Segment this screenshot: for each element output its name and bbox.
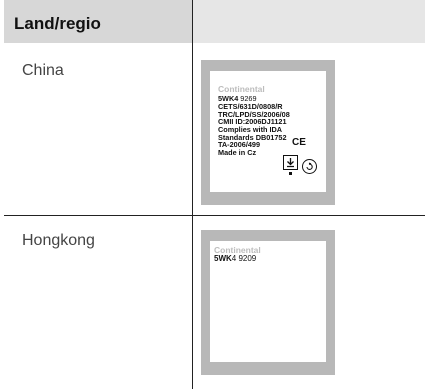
label-sticker: Continental 5WK4 9269 CETS/631D/0808/R T… bbox=[210, 71, 326, 192]
table-header-row: Land/regio bbox=[4, 0, 425, 43]
product-label-image: Continental 5WK4 9269 CETS/631D/0808/R T… bbox=[201, 60, 335, 205]
country-name: China bbox=[22, 62, 64, 79]
column-divider bbox=[192, 0, 193, 389]
recycle-icon bbox=[302, 159, 317, 174]
ce-mark: CE bbox=[292, 137, 306, 148]
label-sticker: Continental 5WK4 9209 bbox=[210, 241, 326, 362]
model-number: 5WK4 9209 bbox=[214, 254, 257, 263]
country-name: Hongkong bbox=[22, 232, 95, 249]
brand-name: Continental bbox=[218, 84, 265, 94]
dot-mark bbox=[289, 172, 292, 175]
row-divider bbox=[4, 215, 425, 216]
header-label: Land/regio bbox=[14, 14, 101, 33]
header-cell-land-regio: Land/regio bbox=[4, 0, 192, 43]
approval-lines: CETS/631D/0808/R TRC/LPD/SS/2006/08 CMII… bbox=[218, 102, 290, 157]
product-label-image: Continental 5WK4 9209 bbox=[201, 230, 335, 375]
download-arrow-icon bbox=[283, 155, 298, 170]
